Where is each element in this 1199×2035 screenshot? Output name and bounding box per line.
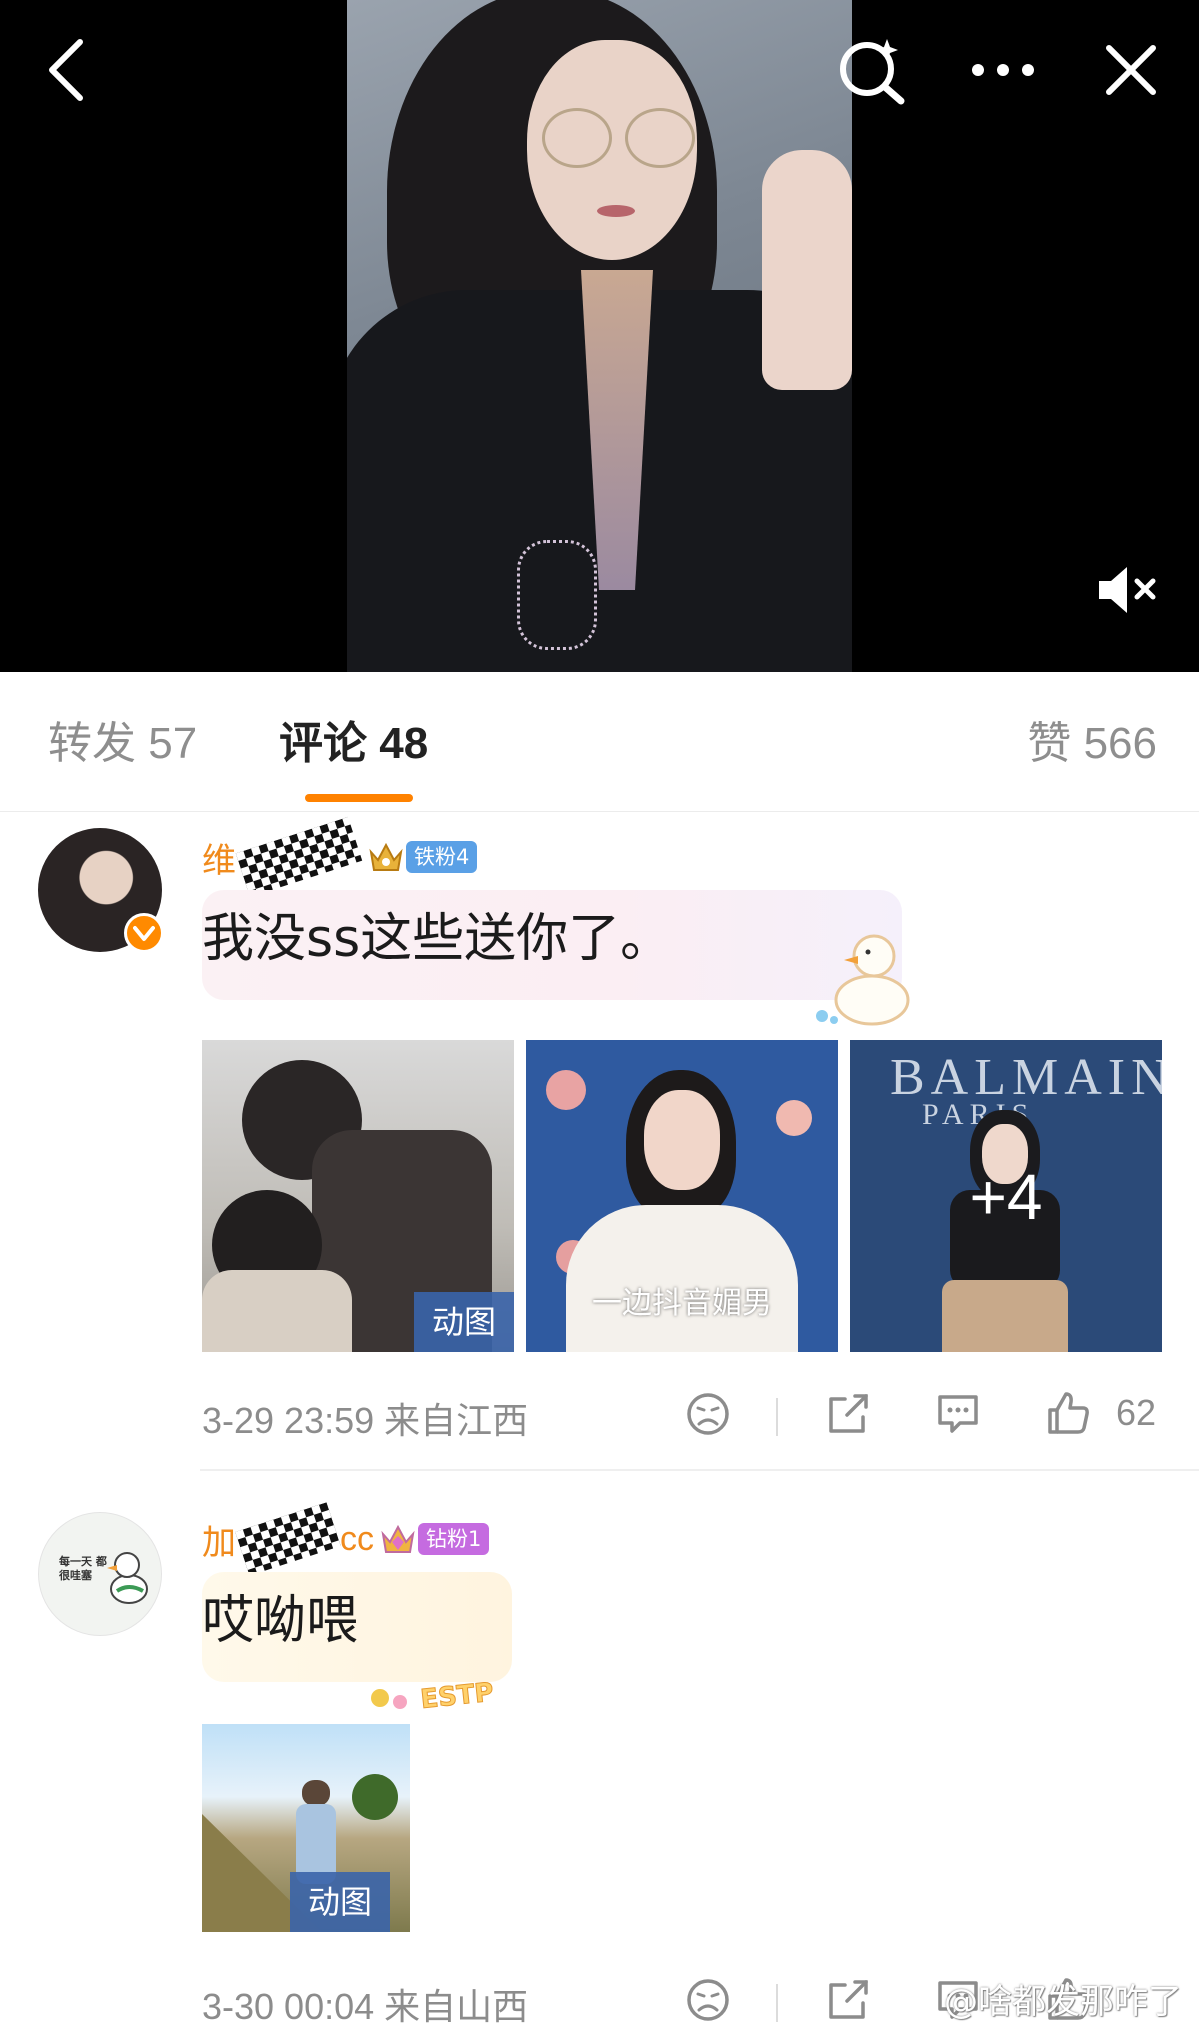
mute-toggle[interactable] <box>1090 560 1164 620</box>
comment-tabs: 转发 57 评论 48 赞 566 <box>0 672 1199 812</box>
comment-text[interactable]: 我没ss这些送你了。 <box>202 906 672 972</box>
watermark-text: @啥都发那咋了 <box>944 1982 1182 2022</box>
close-icon <box>1106 45 1156 95</box>
comment-meta: 3-29 23:59 来自江西 62 <box>202 1384 1167 1444</box>
tab-like[interactable]: 赞 566 <box>1027 714 1157 774</box>
diamond-crown-icon <box>381 1524 415 1553</box>
crown-icon <box>369 842 403 871</box>
like-button[interactable] <box>1042 1388 1094 1440</box>
gif-badge: 动图 <box>290 1872 390 1932</box>
sad-face-icon <box>687 1979 729 2021</box>
username[interactable]: 加 <box>202 1515 236 1564</box>
like-count: 62 <box>1116 1392 1157 1433</box>
magic-search-button[interactable] <box>835 30 909 110</box>
chevron-left-icon <box>49 39 83 101</box>
thumbs-up-icon <box>1048 1392 1089 1434</box>
comment-divider <box>200 1469 1199 1471</box>
photo-brooch <box>517 540 597 650</box>
image-thumbnail[interactable]: 一边抖音媚男 <box>526 1040 838 1352</box>
share-button[interactable] <box>822 1974 874 2026</box>
photo-head <box>302 1780 330 1806</box>
speaker-muted-icon <box>1099 567 1156 613</box>
photo-hand <box>762 150 852 390</box>
image-thumbnail[interactable]: 动图 <box>202 1724 410 1932</box>
share-icon <box>829 1980 868 2019</box>
share-icon <box>829 1394 868 1433</box>
tab-repost[interactable]: 转发 57 <box>48 714 197 774</box>
image-thumbnail[interactable]: BALMAIN PARIS +4 <box>850 1040 1162 1352</box>
photo-flower <box>776 1100 812 1136</box>
video-frame-image[interactable] <box>347 0 852 672</box>
comment-bubble[interactable]: 我没ss这些送你了。 <box>202 890 902 1000</box>
dislike-button[interactable] <box>682 1974 734 2026</box>
sticker-text: ESTP <box>419 1678 495 1715</box>
more-dots-icon <box>972 64 1034 76</box>
gif-badge: 动图 <box>414 1292 514 1352</box>
avatar[interactable]: 每一天 都很哇塞 <box>38 1512 162 1636</box>
sad-face-icon <box>687 1393 729 1435</box>
comment-meta: 3-30 00:04 来自山西 @啥都发那咋了 <box>202 1970 1182 2030</box>
avatar-caption: 每一天 都很哇塞 <box>59 1555 107 1582</box>
close-button[interactable] <box>1094 30 1168 110</box>
verified-badge-icon <box>124 913 164 953</box>
estp-sticker-icon: ESTP <box>371 1677 496 1716</box>
comment-text[interactable]: 哎呦喂 <box>202 1588 358 1654</box>
photo-skirt <box>942 1280 1068 1352</box>
active-tab-indicator <box>305 794 413 802</box>
comment-time-location: 3-30 00:04 来自山西 <box>202 1986 529 2027</box>
photo-tree <box>352 1774 398 1820</box>
comment-item: 维 铁粉4 我没ss这些送你了。 动图 一边抖音媚男 BALMAIN PARIS… <box>0 812 1199 1472</box>
back-button[interactable] <box>36 30 96 110</box>
dislike-button[interactable] <box>682 1388 734 1440</box>
photo-glasses-right <box>625 108 695 168</box>
username-row[interactable]: 加 cc 钻粉1 <box>202 1502 490 1576</box>
divider <box>776 1984 778 2022</box>
comment-time-location: 3-29 23:59 来自江西 <box>202 1400 529 1441</box>
tab-comment[interactable]: 评论 48 <box>279 714 428 774</box>
redaction-mark <box>235 816 363 898</box>
more-images-count[interactable]: +4 <box>850 1160 1162 1234</box>
photo-flower <box>546 1070 586 1110</box>
photo-glasses-left <box>542 108 612 168</box>
duck-sticker-icon <box>816 934 910 1026</box>
duck-icon <box>107 1552 148 1604</box>
gif-caption: 一边抖音媚男 <box>592 1286 772 1321</box>
video-player[interactable] <box>0 0 1199 672</box>
username-suffix[interactable]: cc <box>340 1520 374 1559</box>
divider <box>776 1398 778 1436</box>
photo-child-body <box>202 1270 352 1352</box>
photo-lips <box>597 205 635 217</box>
fan-level-badge: 钻粉1 <box>418 1523 490 1555</box>
comment-bubble-icon <box>938 1395 978 1433</box>
fan-level-badge: 铁粉4 <box>406 841 478 873</box>
reply-button[interactable] <box>932 1388 984 1440</box>
image-grid: 动图 一边抖音媚男 BALMAIN PARIS +4 <box>202 1040 1162 1352</box>
magic-search-icon <box>840 39 905 105</box>
more-button[interactable] <box>966 30 1040 110</box>
image-grid: 动图 <box>202 1724 410 1932</box>
username-row[interactable]: 维 铁粉4 <box>202 816 478 898</box>
duck-avatar-art: 每一天 都很哇塞 <box>57 1541 148 1611</box>
comment-item: 每一天 都很哇塞 加 cc 钻粉1 哎呦喂 ESTP 动图 3-30 00:04… <box>0 1472 1199 2035</box>
photo-face <box>644 1090 720 1190</box>
image-thumbnail[interactable]: 动图 <box>202 1040 514 1352</box>
redaction-mark <box>235 1502 341 1576</box>
username[interactable]: 维 <box>202 833 236 882</box>
share-button[interactable] <box>822 1388 874 1440</box>
